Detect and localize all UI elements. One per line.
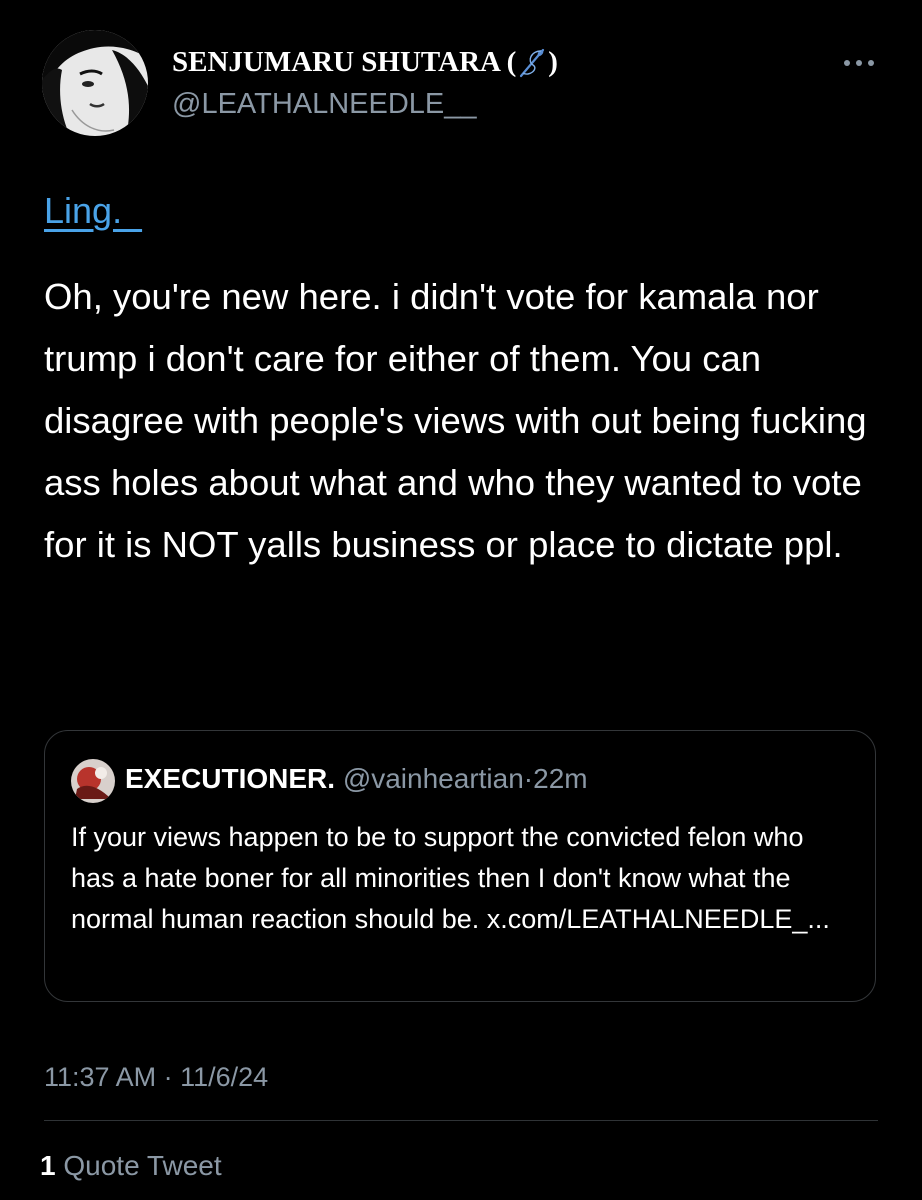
quoted-tweet-text: If your views happen to be to support th… — [71, 822, 830, 934]
sewing-needle-icon — [517, 47, 547, 79]
more-options-icon[interactable] — [844, 58, 874, 68]
tweet-text: Oh, you're new here. i didn't vote for k… — [44, 276, 867, 565]
quoted-time: 22m — [533, 763, 588, 794]
quoted-tweet-card[interactable]: EXECUTIONER. @vainheartian·22m If your v… — [44, 730, 876, 1002]
author-name-end: ) — [548, 46, 558, 78]
quote-tweets-stat[interactable]: 1 Quote Tweet — [40, 1150, 222, 1182]
quoted-author-name: EXECUTIONER. — [125, 763, 336, 794]
quote-tweet-label: Quote Tweet — [63, 1150, 222, 1181]
tweet-detail: SENJUMARU SHUTARA ( ) @LEATHALNEEDLE__ L… — [0, 0, 922, 1200]
author-avatar[interactable] — [42, 30, 148, 136]
quoted-separator: · — [523, 763, 534, 794]
author-name-text: SENJUMARU SHUTARA ( — [172, 46, 517, 78]
replying-to-link[interactable]: Ling. — [44, 190, 142, 232]
author-display-name[interactable]: SENJUMARU SHUTARA ( ) — [172, 46, 558, 79]
tweet-timestamp[interactable]: 11:37 AM · 11/6/24 — [44, 1062, 268, 1093]
author-avatar-image — [42, 30, 148, 136]
quoted-author-avatar — [71, 759, 115, 803]
quoted-author-handle: @vainheartian — [342, 763, 524, 794]
author-handle[interactable]: @LEATHALNEEDLE__ — [172, 88, 477, 121]
quote-tweet-count: 1 — [40, 1150, 56, 1181]
quoted-header: EXECUTIONER. @vainheartian·22m — [125, 763, 588, 795]
divider — [44, 1120, 878, 1121]
